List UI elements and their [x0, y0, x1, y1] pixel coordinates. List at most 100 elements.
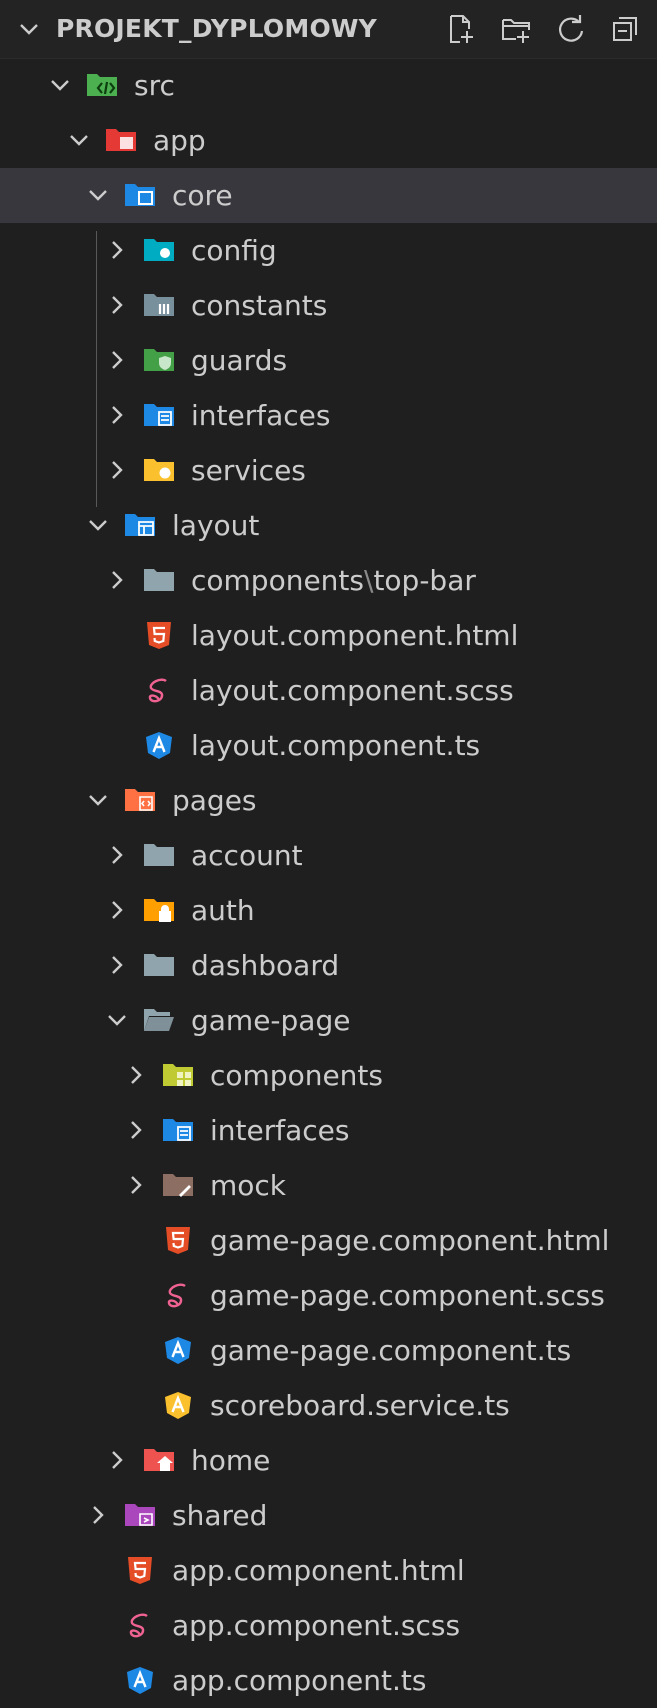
tree-item-auth[interactable]: auth: [0, 883, 657, 938]
explorer-title: PROJEKT_DYPLOMOWY: [56, 14, 377, 43]
chevron-down-icon[interactable]: [86, 788, 110, 812]
collapse-all-icon[interactable]: [610, 13, 642, 45]
tree-item-name: game-page.component.scss: [210, 1279, 605, 1312]
tree-item-label: layout.component.ts: [191, 718, 480, 773]
explorer-header[interactable]: PROJEKT_DYPLOMOWY: [0, 0, 657, 59]
tree-item-app[interactable]: app: [0, 113, 657, 168]
tree-item-shared[interactable]: shared: [0, 1488, 657, 1543]
refresh-icon[interactable]: [555, 13, 587, 45]
tree-item-name: pages: [172, 784, 257, 817]
tree-item-components-top-bar[interactable]: components\top-bar: [0, 553, 657, 608]
chevron-right-icon[interactable]: [105, 238, 129, 262]
chevron-down-icon[interactable]: [17, 17, 41, 41]
tree-item-label: mock: [210, 1158, 286, 1213]
explorer-panel: PROJEKT_DYPLOMOWY src app core config co…: [0, 0, 657, 1706]
tree-item-layout-component-ts[interactable]: layout.component.ts: [0, 718, 657, 773]
html-file-icon: [147, 622, 171, 649]
tree-item-mock[interactable]: mock: [0, 1158, 657, 1213]
html-file-icon: [128, 1557, 152, 1584]
tree-item-interfaces[interactable]: interfaces: [0, 388, 657, 443]
auth-folder-icon: [144, 899, 174, 922]
home-folder-icon: [144, 1449, 174, 1471]
chevron-right-icon[interactable]: [105, 348, 129, 372]
tree-item-label: auth: [191, 883, 255, 938]
chevron-right-icon[interactable]: [105, 293, 129, 317]
tree-item-layout-component-scss[interactable]: layout.component.scss: [0, 663, 657, 718]
folder-open-icon: [144, 1009, 174, 1031]
core-folder-icon: [125, 184, 155, 206]
tree-item-label: game-page.component.scss: [210, 1268, 605, 1323]
chevron-down-icon[interactable]: [105, 1008, 129, 1032]
angular-component-icon: [127, 1667, 153, 1694]
tree-item-name: config: [191, 234, 277, 267]
services-folder-icon: [144, 459, 174, 481]
tree-item-account[interactable]: account: [0, 828, 657, 883]
chevron-down-icon[interactable]: [86, 513, 110, 537]
new-folder-icon[interactable]: [500, 13, 532, 45]
tree-item-interfaces[interactable]: interfaces: [0, 1103, 657, 1158]
file-tree: src app core config constants guards interface…: [0, 58, 657, 1708]
tree-item-game-page[interactable]: game-page: [0, 993, 657, 1048]
tree-item-label: components: [210, 1048, 383, 1103]
tree-item-app-component-ts[interactable]: app.component.ts: [0, 1653, 657, 1708]
tree-item-dashboard[interactable]: dashboard: [0, 938, 657, 993]
new-file-icon[interactable]: [445, 13, 477, 45]
tree-item-label: dashboard: [191, 938, 339, 993]
tree-item-label: config: [191, 223, 277, 278]
chevron-right-icon[interactable]: [105, 843, 129, 867]
chevron-right-icon[interactable]: [124, 1063, 148, 1087]
tree-item-home[interactable]: home: [0, 1433, 657, 1488]
tree-item-name-tail: top-bar: [373, 564, 476, 597]
chevron-right-icon[interactable]: [105, 403, 129, 427]
chevron-right-icon[interactable]: [105, 1448, 129, 1472]
tree-item-label: game-page.component.html: [210, 1213, 609, 1268]
tree-item-guards[interactable]: guards: [0, 333, 657, 388]
chevron-down-icon[interactable]: [86, 183, 110, 207]
tree-item-pages[interactable]: pages: [0, 773, 657, 828]
tree-item-name: auth: [191, 894, 255, 927]
tree-item-name: layout: [172, 509, 260, 542]
scss-file-icon: [129, 1613, 148, 1638]
tree-item-core[interactable]: core: [0, 168, 657, 223]
tree-item-layout-component-html[interactable]: layout.component.html: [0, 608, 657, 663]
tree-item-name: account: [191, 839, 303, 872]
tree-item-config[interactable]: config: [0, 223, 657, 278]
tree-item-label: layout: [172, 498, 259, 553]
pages-folder-icon: [125, 789, 155, 811]
tree-item-constants[interactable]: constants: [0, 278, 657, 333]
chevron-right-icon[interactable]: [105, 458, 129, 482]
chevron-right-icon[interactable]: [124, 1173, 148, 1197]
tree-item-components[interactable]: components: [0, 1048, 657, 1103]
tree-item-app-component-scss[interactable]: app.component.scss: [0, 1598, 657, 1653]
folder-icon: [144, 954, 174, 976]
tree-item-game-page-component-ts[interactable]: game-page.component.ts: [0, 1323, 657, 1378]
chevron-right-icon[interactable]: [124, 1118, 148, 1142]
tree-item-app-component-html[interactable]: app.component.html: [0, 1543, 657, 1598]
tree-item-name: app.component.html: [172, 1554, 465, 1587]
tree-item-name: interfaces: [191, 399, 331, 432]
tree-item-game-page-component-html[interactable]: game-page.component.html: [0, 1213, 657, 1268]
guards-folder-icon: [144, 349, 174, 371]
scss-file-icon: [167, 1283, 186, 1308]
tree-item-game-page-component-scss[interactable]: game-page.component.scss: [0, 1268, 657, 1323]
tree-item-name: layout.component.html: [191, 619, 519, 652]
tree-item-src[interactable]: src: [0, 58, 657, 113]
chevron-right-icon[interactable]: [105, 898, 129, 922]
constants-folder-icon: [144, 294, 174, 316]
chevron-down-icon[interactable]: [48, 73, 72, 97]
tree-item-layout[interactable]: layout: [0, 498, 657, 553]
tree-item-label: components\top-bar: [191, 553, 476, 608]
tree-item-name: constants: [191, 289, 328, 322]
chevron-right-icon[interactable]: [86, 1503, 110, 1527]
src-folder-icon: [87, 74, 117, 96]
tree-item-label: layout.component.html: [191, 608, 518, 663]
tree-item-label: account: [191, 828, 303, 883]
chevron-down-icon[interactable]: [67, 128, 91, 152]
folder-icon: [144, 844, 174, 866]
tree-item-label: game-page: [191, 993, 350, 1048]
tree-item-services[interactable]: services: [0, 443, 657, 498]
tree-item-name: core: [172, 179, 233, 212]
chevron-right-icon[interactable]: [105, 568, 129, 592]
tree-item-scoreboard-service-ts[interactable]: scoreboard.service.ts: [0, 1378, 657, 1433]
chevron-right-icon[interactable]: [105, 953, 129, 977]
